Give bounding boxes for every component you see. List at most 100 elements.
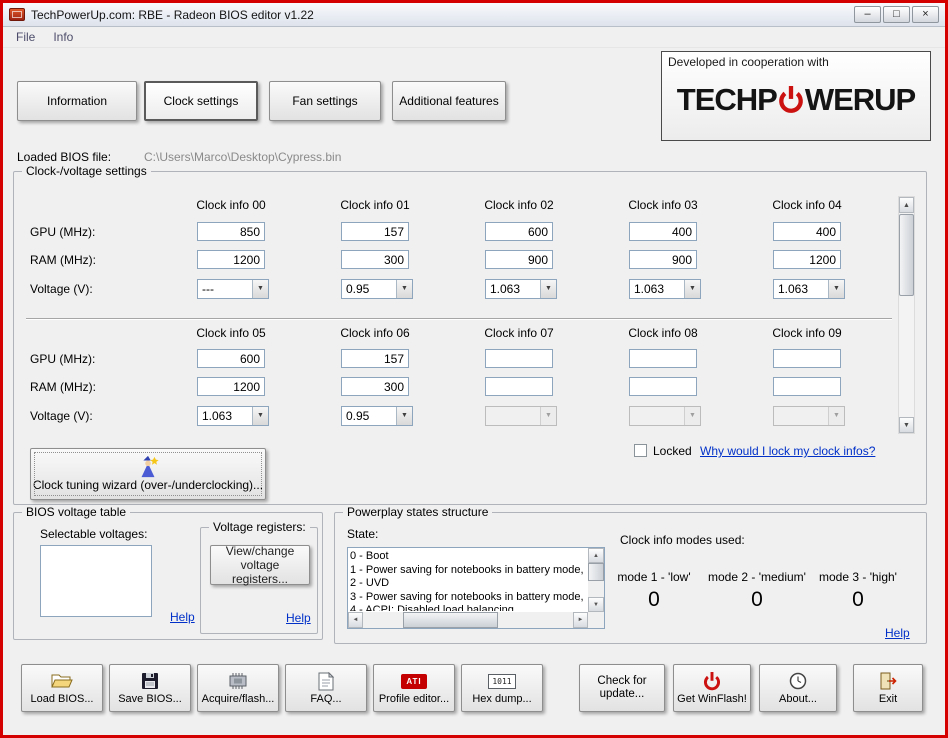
gpu-mhz-input-04[interactable] (773, 222, 841, 241)
view-change-voltage-registers-button[interactable]: View/change voltage registers... (210, 544, 310, 586)
voltage-table-help-link[interactable]: Help (170, 610, 195, 624)
clock-info-header-02: Clock info 02 (484, 198, 554, 212)
button-label: Save BIOS... (118, 693, 182, 705)
clock-info-header-01: Clock info 01 (340, 198, 410, 212)
clock-info-header-03: Clock info 03 (628, 198, 698, 212)
chevron-down-icon: ▼ (540, 280, 556, 298)
selectable-voltages-list[interactable] (40, 545, 152, 617)
voltage-registers-help-link[interactable]: Help (286, 611, 311, 625)
scroll-down-icon[interactable]: ▼ (899, 417, 914, 433)
faq-button[interactable]: FAQ... (285, 664, 367, 712)
mode-3-value: 0 (852, 588, 864, 611)
state-list-item[interactable]: 4 - ACPI: Disabled load balancing (350, 604, 587, 611)
voltage-select-04[interactable]: 1.063 ▼ (773, 279, 845, 299)
voltage-select-06[interactable]: 0.95 ▼ (341, 406, 413, 426)
scrollbar-thumb[interactable] (588, 563, 604, 581)
mode-3-label: mode 3 - 'high' (819, 570, 897, 584)
close-icon[interactable]: × (912, 6, 939, 23)
state-list-item[interactable]: 3 - Power saving for notebooks in batter… (350, 591, 587, 605)
voltage-select-05[interactable]: 1.063 ▼ (197, 406, 269, 426)
tab-additional-features[interactable]: Additional features (392, 81, 506, 121)
button-label: Get WinFlash! (677, 693, 747, 705)
horizontal-scrollbar[interactable]: ◄ ► (348, 612, 588, 628)
voltage-select-03[interactable]: 1.063 ▼ (629, 279, 701, 299)
scrollbar-thumb[interactable] (899, 214, 914, 296)
titlebar: TechPowerUp.com: RBE - Radeon BIOS edito… (3, 3, 945, 27)
state-label: State: (347, 527, 379, 541)
acquire-flash-button[interactable]: Acquire/flash... (197, 664, 279, 712)
window-controls: – □ × (854, 6, 939, 23)
profile-editor-button[interactable]: ATI Profile editor... (373, 664, 455, 712)
ram-mhz-input-04[interactable] (773, 250, 841, 269)
ram-mhz-input-05[interactable] (197, 377, 265, 396)
hex-dump-button[interactable]: 1011 Hex dump... (461, 664, 543, 712)
state-list-item[interactable]: 1 - Power saving for notebooks in batter… (350, 564, 587, 578)
save-bios-button[interactable]: Save BIOS... (109, 664, 191, 712)
scroll-up-icon[interactable]: ▲ (899, 197, 914, 213)
voltage-select-01[interactable]: 0.95 ▼ (341, 279, 413, 299)
ram-mhz-input-08[interactable] (629, 377, 697, 396)
tab-information[interactable]: Information (17, 81, 137, 121)
ram-mhz-input-09[interactable] (773, 377, 841, 396)
ati-logo-icon: ATI (401, 671, 427, 691)
clock-tuning-wizard-button[interactable]: Clock tuning wizard (over-/underclocking… (30, 448, 266, 500)
tab-clock-settings[interactable]: Clock settings (144, 81, 258, 121)
powerplay-help-link[interactable]: Help (885, 626, 910, 640)
voltage-select-00[interactable]: --- ▼ (197, 279, 269, 299)
load-bios-button[interactable]: Load BIOS... (21, 664, 103, 712)
voltage-select-09: ▼ (773, 406, 845, 426)
mode-1-label: mode 1 - 'low' (617, 570, 691, 584)
gpu-mhz-input-05[interactable] (197, 349, 265, 368)
powerplay-state-list[interactable]: 0 - Boot 1 - Power saving for notebooks … (347, 547, 605, 629)
chip-icon (227, 671, 249, 691)
selectable-voltages-label: Selectable voltages: (40, 527, 148, 541)
ram-mhz-input-03[interactable] (629, 250, 697, 269)
scroll-up-icon[interactable]: ▲ (588, 548, 604, 563)
voltage-select-02[interactable]: 1.063 ▼ (485, 279, 557, 299)
clock-scrollbar[interactable]: ▲ ▼ (898, 196, 915, 434)
gpu-mhz-input-00[interactable] (197, 222, 265, 241)
chevron-down-icon: ▼ (396, 280, 412, 298)
minimize-icon[interactable]: – (854, 6, 881, 23)
menu-info[interactable]: Info (44, 28, 82, 46)
scroll-left-icon[interactable]: ◄ (348, 612, 363, 628)
gpu-mhz-input-01[interactable] (341, 222, 409, 241)
get-winflash-button[interactable]: Get WinFlash! (673, 664, 751, 712)
partner-caption: Developed in cooperation with (668, 55, 829, 69)
open-folder-icon (51, 671, 73, 691)
vertical-scrollbar[interactable]: ▲ ▼ (588, 548, 604, 612)
gpu-mhz-input-08[interactable] (629, 349, 697, 368)
row-label-ram: RAM (MHz): (30, 253, 96, 267)
check-for-update-button[interactable]: Check for update... (579, 664, 665, 712)
state-list-item[interactable]: 0 - Boot (350, 550, 587, 564)
ram-mhz-input-00[interactable] (197, 250, 265, 269)
chevron-down-icon: ▼ (684, 280, 700, 298)
scroll-right-icon[interactable]: ► (573, 612, 588, 628)
menu-file[interactable]: File (7, 28, 44, 46)
gpu-mhz-input-02[interactable] (485, 222, 553, 241)
gpu-mhz-input-09[interactable] (773, 349, 841, 368)
ram-mhz-input-02[interactable] (485, 250, 553, 269)
lock-info-link[interactable]: Why would I lock my clock infos? (700, 444, 875, 458)
ram-mhz-input-06[interactable] (341, 377, 409, 396)
scrollbar-thumb[interactable] (403, 612, 498, 628)
about-button[interactable]: About... (759, 664, 837, 712)
maximize-icon[interactable]: □ (883, 6, 910, 23)
exit-button[interactable]: Exit (853, 664, 923, 712)
powerplay-group: Powerplay states structure State: 0 - Bo… (334, 505, 927, 644)
ram-mhz-input-01[interactable] (341, 250, 409, 269)
scrollbar-corner (588, 612, 604, 628)
gpu-mhz-input-06[interactable] (341, 349, 409, 368)
ram-mhz-input-07[interactable] (485, 377, 553, 396)
scroll-down-icon[interactable]: ▼ (588, 597, 604, 612)
voltage-select-07: ▼ (485, 406, 557, 426)
locked-checkbox[interactable] (634, 444, 647, 457)
state-list-item[interactable]: 2 - UVD (350, 577, 587, 591)
mode-2-block: mode 2 - 'medium' 0 (703, 570, 811, 612)
voltage-table-title: BIOS voltage table (22, 505, 131, 519)
gpu-mhz-input-03[interactable] (629, 222, 697, 241)
gpu-mhz-input-07[interactable] (485, 349, 553, 368)
voltage-registers-group: Voltage registers: View/change voltage r… (200, 520, 318, 634)
partner-panel: Developed in cooperation with TECHP WERUP (661, 51, 931, 141)
tab-fan-settings[interactable]: Fan settings (269, 81, 381, 121)
